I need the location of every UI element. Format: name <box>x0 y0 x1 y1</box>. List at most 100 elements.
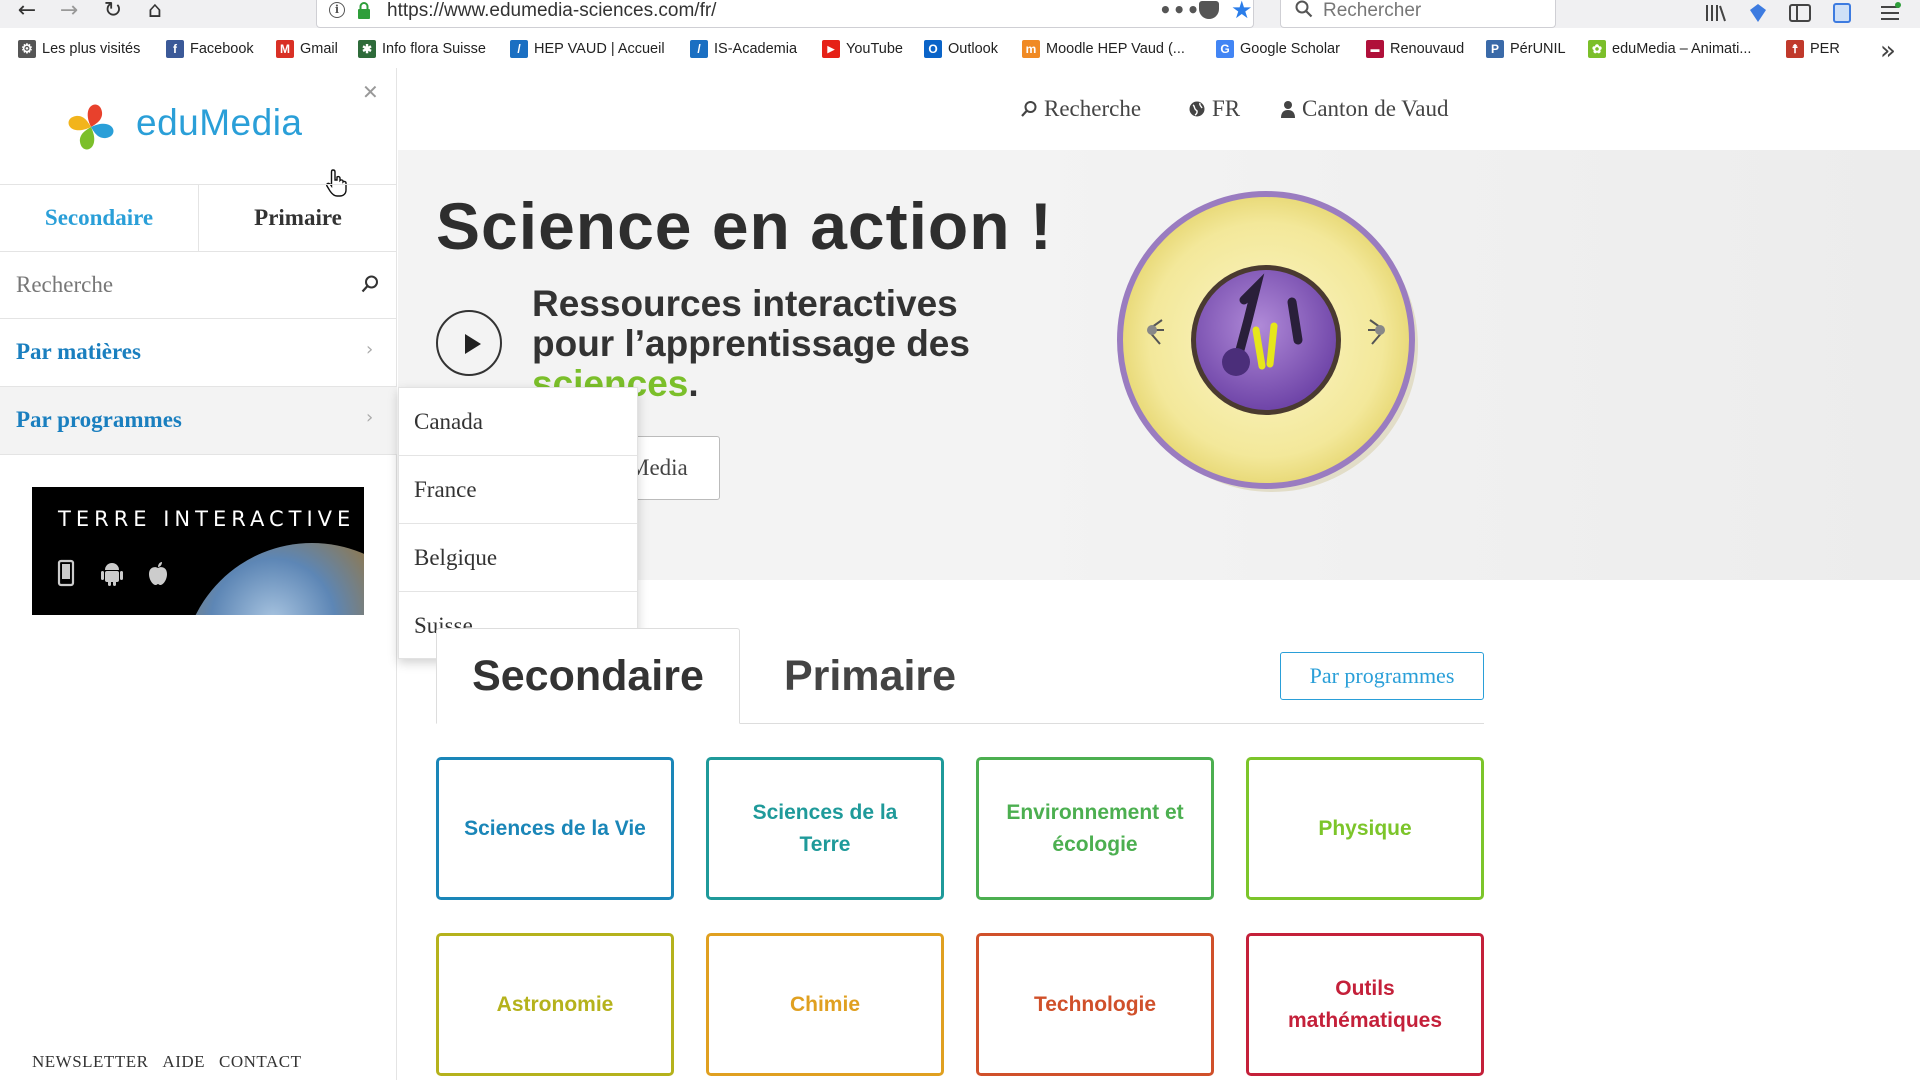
sidebar-toggle-icon[interactable] <box>1788 2 1812 24</box>
browser-search-placeholder: Rechercher <box>1323 0 1422 21</box>
sidebar-item-par-programmes[interactable]: Par programmes › <box>0 387 397 455</box>
cell-division-illustration[interactable] <box>1116 190 1420 494</box>
browser-toolbar: ← → ↻ ⌂ i https://www.edumedia-sciences.… <box>0 0 1920 28</box>
logo-text: eduMedia <box>136 102 303 143</box>
chevron-right-icon: › <box>366 339 374 360</box>
chevron-right-icon: › <box>366 407 374 428</box>
url-text[interactable]: https://www.edumedia-sciences.com/fr/ <box>387 0 716 22</box>
bookmark-item[interactable]: ⚙ Les plus visités <box>18 40 140 58</box>
bookmark-item[interactable]: ✱ Info flora Suisse <box>358 40 486 58</box>
play-button[interactable] <box>436 310 502 376</box>
tab-primaire[interactable]: Primaire <box>770 628 970 724</box>
submenu-item-belgique[interactable]: Belgique <box>399 524 637 592</box>
bookmark-item[interactable]: m Moodle HEP Vaud (... <box>1022 40 1185 58</box>
bookmark-item[interactable]: M Gmail <box>276 40 338 58</box>
bookmark-star-icon[interactable]: ★ <box>1231 0 1253 24</box>
earth-image <box>182 543 364 615</box>
search-icon[interactable] <box>360 274 380 294</box>
edumedia-icon: ✿ <box>1588 40 1606 58</box>
gmail-icon: M <box>276 40 294 58</box>
forward-icon[interactable]: → <box>54 0 84 24</box>
flora-icon: ✱ <box>358 40 376 58</box>
hero-subtitle-line2: pour l’apprentissage des <box>532 323 970 364</box>
android-icon <box>101 563 123 586</box>
tablet-icon <box>57 559 75 587</box>
bookmark-item[interactable]: ✿ eduMedia – Animati... <box>1588 40 1751 58</box>
sidebar-search-input[interactable]: Recherche <box>0 252 397 319</box>
subject-card-technologie[interactable]: Technologie <box>976 933 1214 1076</box>
tab-secondaire[interactable]: Secondaire <box>436 628 740 724</box>
submenu-item-canada[interactable]: Canada <box>399 388 637 456</box>
home-icon[interactable]: ⌂ <box>140 0 170 24</box>
edumedia-logo-icon <box>68 104 114 150</box>
bookmarks-overflow-icon[interactable]: » <box>1880 36 1896 66</box>
page-actions-icon[interactable]: ••• <box>1159 0 1200 22</box>
newsletter-link[interactable]: NEWSLETTER <box>32 1052 148 1072</box>
bookmark-item[interactable]: ▶ YouTube <box>822 40 903 58</box>
hero-title: Science en action ! <box>436 189 1053 263</box>
hep-icon: / <box>510 40 528 58</box>
menu-icon[interactable] <box>1878 2 1902 24</box>
library-icon[interactable] <box>1704 2 1728 24</box>
moodle-icon: m <box>1022 40 1040 58</box>
subject-card-outils-mathematiques[interactable]: Outils mathématiques <box>1246 933 1484 1076</box>
sidebar-footer: NEWSLETTER AIDE CONTACT <box>32 1052 301 1072</box>
search-icon <box>1021 101 1037 117</box>
hero-subtitle-line1: Ressources interactives <box>532 283 958 324</box>
bookmark-item[interactable]: P PérUNIL <box>1486 40 1566 58</box>
outlook-icon: O <box>924 40 942 58</box>
topnav-account[interactable]: Canton de Vaud <box>1280 96 1449 122</box>
topnav-search[interactable]: Recherche <box>1020 96 1141 122</box>
hero-subtitle-end: . <box>688 363 699 404</box>
topnav-language-label: FR <box>1212 96 1241 121</box>
browser-search-input[interactable]: Rechercher <box>1280 0 1556 28</box>
sidebar-item-par-matieres[interactable]: Par matières › <box>0 319 397 387</box>
per-icon: ☨ <box>1786 40 1804 58</box>
topnav-search-label: Recherche <box>1044 96 1142 121</box>
globe-icon <box>1189 101 1205 117</box>
subject-card-sciences-de-la-vie[interactable]: Sciences de la Vie <box>436 757 674 900</box>
back-icon[interactable]: ← <box>12 0 42 24</box>
reader-icon[interactable] <box>1830 2 1854 24</box>
sidebar-level-tabs: Secondaire Primaire <box>0 184 397 252</box>
extension-icon[interactable] <box>1746 2 1770 24</box>
user-icon <box>1281 101 1295 118</box>
bookmark-item[interactable]: / IS-Academia <box>690 40 797 58</box>
sidebar: eduMedia ✕ Secondaire Primaire Recherche… <box>0 68 397 1080</box>
hero-subtitle: Ressources interactives pour l’apprentis… <box>532 284 970 404</box>
perunil-icon: P <box>1486 40 1504 58</box>
subject-card-environnement[interactable]: Environnement et écologie <box>976 757 1214 900</box>
bookmark-item[interactable]: / HEP VAUD | Accueil <box>510 40 665 58</box>
bookmarks-toolbar: ⚙ Les plus visités f Facebook M Gmail ✱ Info… <box>0 36 1920 66</box>
bookmark-item[interactable]: f Facebook <box>166 40 254 58</box>
bookmark-item[interactable]: G Google Scholar <box>1216 40 1340 58</box>
subject-card-sciences-de-la-terre[interactable]: Sciences de la Terre <box>706 757 944 900</box>
sidebar-item-label: Par matières <box>16 339 141 364</box>
subject-card-astronomie[interactable]: Astronomie <box>436 933 674 1076</box>
topnav-language[interactable]: FR <box>1188 96 1240 122</box>
sidebar-tab-secondaire[interactable]: Secondaire <box>0 185 198 251</box>
contact-link[interactable]: CONTACT <box>219 1052 301 1072</box>
sidebar-tab-primaire[interactable]: Primaire <box>198 185 397 251</box>
subject-card-chimie[interactable]: Chimie <box>706 933 944 1076</box>
close-icon[interactable]: ✕ <box>362 80 379 104</box>
gear-icon: ⚙ <box>18 40 36 58</box>
sidebar-search-placeholder: Recherche <box>16 272 114 297</box>
bookmark-item[interactable]: ▬ Renouvaud <box>1366 40 1464 58</box>
logo[interactable]: eduMedia <box>62 98 352 164</box>
terre-interactive-banner[interactable]: TERRE INTERACTIVE <box>32 487 364 615</box>
facebook-icon: f <box>166 40 184 58</box>
pocket-icon[interactable] <box>1199 1 1219 19</box>
par-programmes-button[interactable]: Par programmes <box>1280 652 1484 700</box>
banner-title: TERRE INTERACTIVE <box>58 507 356 531</box>
address-bar[interactable]: i https://www.edumedia-sciences.com/fr/ … <box>316 0 1254 28</box>
bookmark-item[interactable]: O Outlook <box>924 40 998 58</box>
bookmark-item[interactable]: ☨ PER <box>1786 40 1840 58</box>
help-link[interactable]: AIDE <box>162 1052 205 1072</box>
submenu-item-france[interactable]: France <box>399 456 637 524</box>
is-academia-icon: / <box>690 40 708 58</box>
subject-card-physique[interactable]: Physique <box>1246 757 1484 900</box>
reload-icon[interactable]: ↻ <box>98 0 128 24</box>
apple-icon <box>149 562 167 585</box>
info-icon[interactable]: i <box>329 2 345 18</box>
